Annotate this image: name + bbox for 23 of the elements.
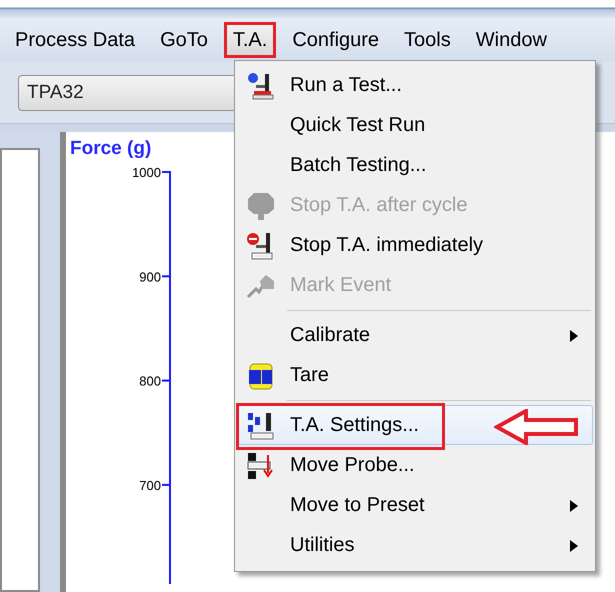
menu-item[interactable]: T.A. — [224, 22, 276, 58]
menu-item[interactable]: Run a Test... — [237, 65, 593, 105]
run-test-icon — [246, 71, 276, 101]
tick-label: 1000 — [132, 165, 161, 180]
axis-title: Force (g) — [70, 138, 152, 159]
menu-item[interactable]: Configure — [283, 22, 388, 58]
menu-item[interactable]: Window — [466, 22, 556, 58]
menu-item[interactable]: Process Data — [6, 22, 144, 58]
menu-item[interactable]: Move to Preset — [237, 485, 593, 525]
menu-item[interactable]: Utilities — [237, 525, 593, 565]
menu-item[interactable]: Calibrate — [237, 315, 593, 355]
tick-label: 800 — [139, 374, 161, 389]
menu-item[interactable]: Tare — [237, 355, 593, 395]
menu-item[interactable]: Tools — [395, 22, 460, 58]
menu-item[interactable]: GoTo — [151, 22, 217, 58]
menu-item[interactable]: Batch Testing... — [237, 145, 593, 185]
menu-item[interactable]: Quick Test Run — [237, 105, 593, 145]
tick-label: 900 — [139, 269, 161, 284]
tick-label: 700 — [139, 478, 161, 493]
settings-list-icon — [246, 411, 276, 441]
menu-item[interactable]: Move Probe... — [237, 445, 593, 485]
menu-item[interactable]: Stop T.A. immediately — [237, 225, 593, 265]
stop-sign-icon — [246, 191, 276, 221]
